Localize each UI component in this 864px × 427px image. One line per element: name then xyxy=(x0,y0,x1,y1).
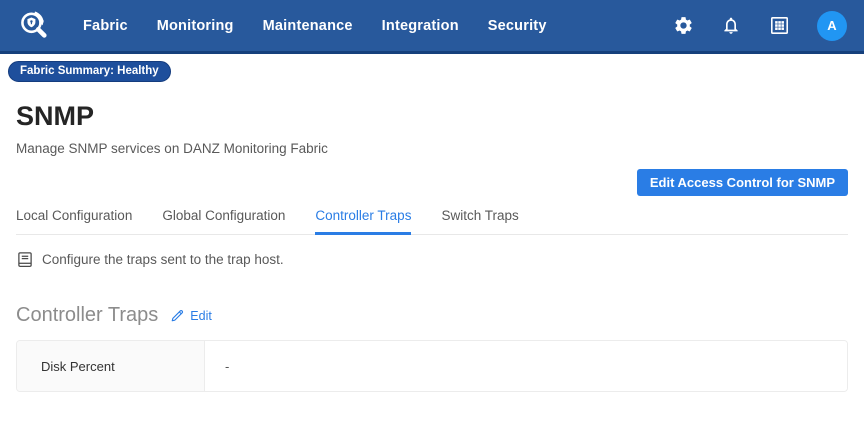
snmp-tabs: Local Configuration Global Configuration… xyxy=(16,208,848,235)
fabric-search-shield-logo-icon[interactable] xyxy=(16,7,52,45)
top-navbar: Fabric Monitoring Maintenance Integratio… xyxy=(0,0,864,54)
page-title: SNMP xyxy=(16,101,95,131)
row-label-disk-percent: Disk Percent xyxy=(17,341,205,391)
nav-item-integration[interactable]: Integration xyxy=(382,18,459,34)
controller-traps-section-head: Controller Traps Edit xyxy=(16,304,848,327)
nav-item-fabric[interactable]: Fabric xyxy=(83,18,128,34)
section-title: Controller Traps xyxy=(16,304,159,326)
notifications-bell-icon[interactable] xyxy=(721,15,742,36)
table-row: Disk Percent - xyxy=(17,341,847,391)
nav-item-monitoring[interactable]: Monitoring xyxy=(157,18,234,34)
action-row: Edit Access Control for SNMP xyxy=(16,169,848,196)
info-note: Configure the traps sent to the trap hos… xyxy=(16,250,848,269)
book-icon xyxy=(16,250,34,269)
nav-item-maintenance[interactable]: Maintenance xyxy=(263,18,353,34)
tab-switch-traps[interactable]: Switch Traps xyxy=(441,208,518,235)
main-nav: Fabric Monitoring Maintenance Integratio… xyxy=(83,18,547,34)
info-note-text: Configure the traps sent to the trap hos… xyxy=(42,252,284,267)
apps-grid-icon[interactable] xyxy=(769,15,790,36)
badge-row: Fabric Summary: Healthy xyxy=(0,54,864,82)
navbar-right-controls: A xyxy=(673,10,847,41)
tab-controller-traps[interactable]: Controller Traps xyxy=(315,208,412,235)
fabric-summary-status-badge[interactable]: Fabric Summary: Healthy xyxy=(8,61,171,82)
tab-global-configuration[interactable]: Global Configuration xyxy=(162,208,285,235)
tab-local-configuration[interactable]: Local Configuration xyxy=(16,208,132,235)
edit-controller-traps-link[interactable]: Edit xyxy=(170,308,212,323)
user-avatar[interactable]: A xyxy=(817,10,847,41)
main-content: SNMP Manage SNMP services on DANZ Monito… xyxy=(0,101,864,392)
settings-gear-icon[interactable] xyxy=(673,15,694,36)
row-value-disk-percent: - xyxy=(205,341,847,391)
nav-item-security[interactable]: Security xyxy=(488,18,547,34)
page-subtitle: Manage SNMP services on DANZ Monitoring … xyxy=(16,141,328,156)
edit-access-control-button[interactable]: Edit Access Control for SNMP xyxy=(636,169,848,196)
edit-link-label: Edit xyxy=(190,308,212,323)
pencil-icon xyxy=(170,308,185,323)
controller-traps-table: Disk Percent - xyxy=(16,340,848,392)
